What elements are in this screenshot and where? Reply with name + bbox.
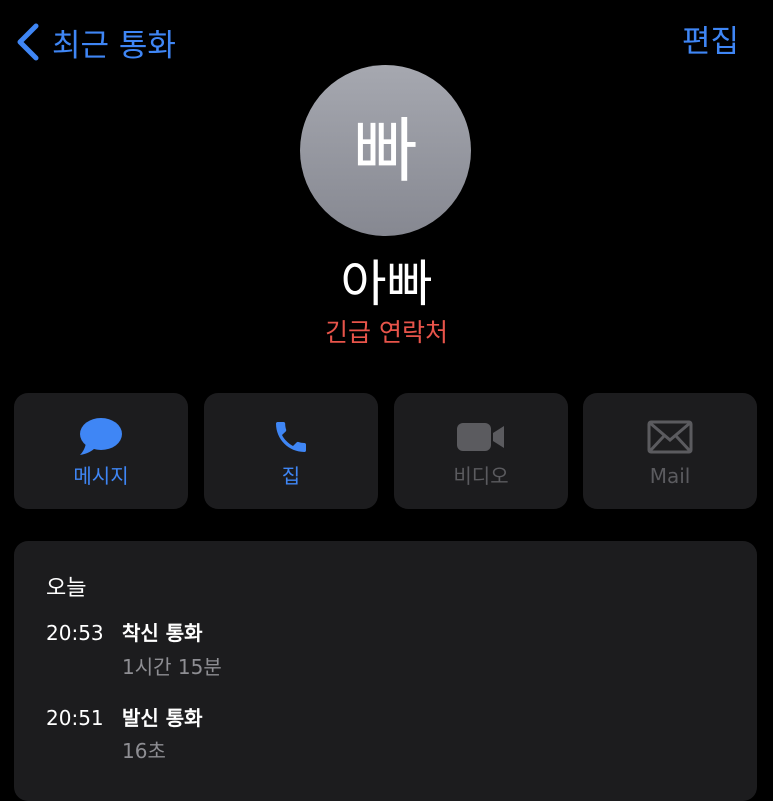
back-button-label: 최근 통화 xyxy=(52,27,176,64)
mail-button-label: Mail xyxy=(649,464,691,488)
call-type: 착신 통화 xyxy=(122,621,203,645)
avatar: 빠 xyxy=(300,65,471,236)
call-time: 20:51 xyxy=(46,706,104,730)
back-button[interactable]: 최근 통화 xyxy=(14,18,176,66)
call-history-card: 오늘 20:53 착신 통화 1시간 15분 20:51 발신 통화 16초 xyxy=(14,541,757,801)
video-call-button[interactable]: 비디오 xyxy=(394,393,568,509)
message-bubble-icon xyxy=(14,415,188,459)
call-home-button[interactable]: 집 xyxy=(204,393,378,509)
emergency-contact-label: 긴급 연락처 xyxy=(325,318,448,347)
message-button[interactable]: 메시지 xyxy=(14,393,188,509)
call-type: 발신 통화 xyxy=(122,706,203,730)
call-home-button-label: 집 xyxy=(281,464,301,488)
edit-button[interactable]: 편집 xyxy=(682,18,739,66)
phone-icon xyxy=(204,415,378,459)
contact-name: 아빠 xyxy=(340,255,433,313)
chevron-left-icon xyxy=(14,22,40,62)
envelope-icon xyxy=(583,415,757,459)
avatar-initial: 빠 xyxy=(353,109,418,192)
mail-button[interactable]: Mail xyxy=(583,393,757,509)
video-call-button-label: 비디오 xyxy=(453,464,509,488)
call-duration: 1시간 15분 xyxy=(122,655,222,679)
video-camera-icon xyxy=(394,415,568,459)
history-date: 오늘 xyxy=(46,576,87,601)
message-button-label: 메시지 xyxy=(73,464,129,488)
call-time: 20:53 xyxy=(46,621,104,645)
call-duration: 16초 xyxy=(122,739,166,763)
